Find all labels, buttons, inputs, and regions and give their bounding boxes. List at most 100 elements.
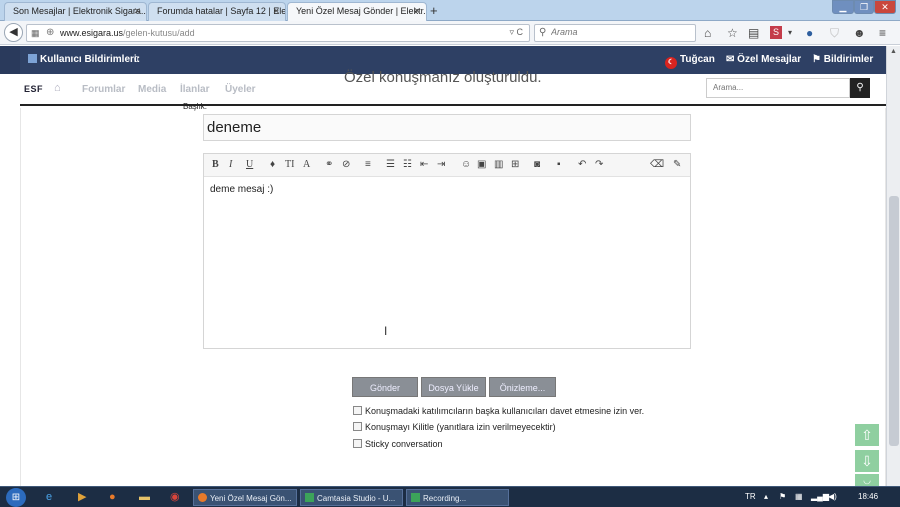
notifications-link[interactable]: Kullanıcı Bildirimleri:: [28, 54, 140, 65]
shield-icon[interactable]: ⛉: [830, 26, 839, 40]
private-messages-label: Özel Mesajlar: [737, 54, 802, 65]
clipboard-icon[interactable]: ▤: [748, 26, 759, 40]
browser-scrollbar[interactable]: ▲: [886, 46, 900, 486]
private-messages-link[interactable]: ✉ Özel Mesajlar: [726, 54, 801, 65]
firefox-icon[interactable]: ●: [109, 490, 116, 504]
chrome-icon[interactable]: ◉: [170, 490, 180, 504]
text-cursor-icon: I: [384, 324, 388, 338]
task-recording[interactable]: Recording...: [406, 489, 509, 506]
task-camtasia[interactable]: Camtasia Studio - U...: [300, 489, 403, 506]
tab-forumda-hatalar[interactable]: Forumda hatalar | Sayfa 12 | Ele... ✕: [148, 2, 286, 21]
site-logo[interactable]: ESF: [24, 84, 43, 94]
nav-media[interactable]: Media: [138, 84, 166, 95]
start-button[interactable]: ⊞: [6, 488, 26, 507]
save-icon[interactable]: ▪: [557, 159, 561, 171]
tray-expand-icon[interactable]: ▴: [764, 492, 768, 501]
preview-button[interactable]: Önizleme...: [489, 377, 556, 397]
font-size-icon[interactable]: TI: [285, 159, 294, 171]
checkbox[interactable]: [353, 422, 362, 431]
numbered-list-icon[interactable]: ☷: [403, 159, 412, 171]
font-family-icon[interactable]: A: [303, 159, 310, 171]
addon-s-icon[interactable]: S: [770, 26, 782, 39]
maximize-button[interactable]: ❐: [854, 0, 874, 14]
close-icon[interactable]: ✕: [413, 6, 421, 17]
eraser-icon[interactable]: ⌫: [650, 159, 664, 171]
insert-icon[interactable]: ⊞: [511, 159, 519, 171]
alerts-link[interactable]: ⚑ Bildirimler: [812, 54, 873, 65]
checkbox[interactable]: [353, 439, 362, 448]
url-text: www.esigara.us/gelen-kutusu/add: [60, 28, 195, 38]
browser-tab-bar: Son Mesajlar | Elektronik Sigara... ✕ Fo…: [0, 0, 900, 22]
italic-icon[interactable]: I: [229, 159, 232, 171]
message-body[interactable]: deme mesaj :): [210, 184, 273, 195]
close-window-button[interactable]: ✕: [874, 0, 896, 14]
browser-search-box[interactable]: ⚲: [534, 24, 696, 42]
subject-input[interactable]: deneme: [203, 114, 691, 141]
menu-icon[interactable]: ≡: [879, 26, 886, 40]
home-nav-icon[interactable]: ⌂: [54, 82, 61, 94]
chat-icon[interactable]: ☻: [853, 26, 866, 40]
nav-ilanlar[interactable]: İlanlar: [180, 84, 209, 95]
language-indicator[interactable]: TR: [745, 492, 756, 501]
redo-icon[interactable]: ↷: [595, 159, 603, 171]
outdent-icon[interactable]: ⇤: [420, 159, 428, 171]
tray-volume-icon[interactable]: ◀): [828, 492, 837, 501]
bullet-list-icon[interactable]: ☰: [386, 159, 395, 171]
site-search-input[interactable]: [713, 83, 843, 92]
scroll-top-button[interactable]: ⇧: [855, 424, 879, 446]
align-icon[interactable]: ≡: [365, 159, 371, 171]
nav-forumlar[interactable]: Forumlar: [82, 84, 125, 95]
browser-search-input[interactable]: [551, 27, 691, 37]
tab-yeni-ozel-mesaj[interactable]: Yeni Özel Mesaj Gönder | Elektr... ✕: [287, 2, 427, 22]
envelope-icon: ✉: [726, 54, 738, 65]
color-drop-icon[interactable]: ♦: [270, 159, 275, 171]
site-search-button[interactable]: ⚲: [850, 78, 870, 98]
option-allow-invite[interactable]: Konuşmadaki katılımcıların başka kullanı…: [353, 406, 644, 416]
scroll-up-arrow-icon[interactable]: ▲: [890, 48, 897, 55]
link-icon[interactable]: ⚭: [325, 159, 333, 171]
tab-son-mesajlar[interactable]: Son Mesajlar | Elektronik Sigara... ✕: [4, 2, 147, 21]
nav-uyeler[interactable]: Üyeler: [225, 84, 256, 95]
tab-label: Forumda hatalar | Sayfa 12 | Ele...: [157, 6, 286, 16]
user-menu-link[interactable]: ☾ Tuğcan: [665, 54, 715, 69]
scroll-bottom-button[interactable]: ⇩: [855, 450, 879, 472]
addon-circle-icon[interactable]: ●: [806, 26, 813, 40]
folder-icon[interactable]: ▬: [139, 490, 150, 504]
chevron-down-icon[interactable]: ▾: [788, 26, 792, 40]
smiley-icon[interactable]: ☺: [461, 159, 471, 171]
upload-file-button[interactable]: Dosya Yükle: [421, 377, 486, 397]
underline-icon[interactable]: U: [246, 159, 253, 171]
chat-bubble-button[interactable]: ◡: [855, 474, 879, 486]
ie-icon[interactable]: e: [46, 490, 52, 504]
checkbox[interactable]: [353, 406, 362, 415]
tray-network-icon[interactable]: ▦: [795, 492, 803, 501]
option-sticky[interactable]: Sticky conversation: [353, 439, 443, 449]
bold-icon[interactable]: B: [212, 159, 219, 171]
option-lock[interactable]: Konuşmayı Kilitle (yanıtlara izin verilm…: [353, 422, 556, 432]
home-icon[interactable]: ⌂: [704, 26, 711, 40]
unlink-icon[interactable]: ⊘: [342, 159, 350, 171]
back-button[interactable]: ◀: [4, 23, 23, 42]
media-icon[interactable]: ▥: [494, 159, 503, 171]
task-firefox[interactable]: Yeni Özel Mesaj Gön...: [193, 489, 297, 506]
close-icon[interactable]: ✕: [272, 6, 280, 17]
send-button[interactable]: Gönder: [352, 377, 418, 397]
close-icon[interactable]: ✕: [133, 6, 141, 17]
tray-signal-icon[interactable]: ▂▄▆: [811, 492, 829, 501]
site-search-box[interactable]: [706, 78, 850, 98]
undo-icon[interactable]: ↶: [578, 159, 586, 171]
chat-bubble-icon: ◡: [863, 475, 871, 485]
minimize-button[interactable]: ▁: [832, 0, 854, 14]
camera-icon[interactable]: ◙: [534, 159, 540, 171]
media-player-icon[interactable]: ▶: [78, 490, 86, 504]
star-icon[interactable]: ☆: [727, 26, 738, 40]
wrench-icon[interactable]: ✎: [673, 159, 681, 171]
new-tab-button[interactable]: +: [430, 3, 438, 18]
tray-flag-icon[interactable]: ⚑: [779, 492, 786, 501]
reload-icon[interactable]: ▿ C: [509, 27, 523, 38]
image-icon[interactable]: ▣: [477, 159, 486, 171]
scrollbar-thumb[interactable]: [889, 196, 899, 446]
taskbar-clock[interactable]: 18:46: [858, 492, 878, 501]
address-bar[interactable]: ▦ ⊕ www.esigara.us/gelen-kutusu/add ▿ C: [26, 24, 530, 42]
indent-icon[interactable]: ⇥: [437, 159, 445, 171]
